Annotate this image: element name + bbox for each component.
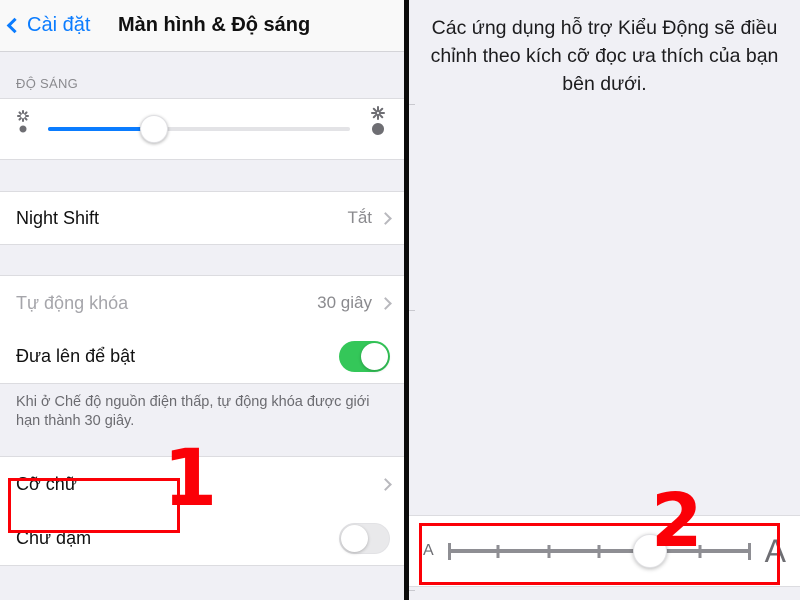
brightness-section-header-area: ĐỘ SÁNG [0, 52, 404, 98]
page-title: Màn hình & Độ sáng [118, 14, 311, 36]
night-shift-value-group: Tắt [347, 208, 392, 228]
bold-text-toggle-group [339, 522, 390, 554]
text-size-tick [447, 542, 451, 560]
auto-lock-value-group: 30 giây [317, 293, 392, 313]
brightness-slider-row[interactable] [0, 98, 404, 160]
brightness-slider[interactable] [48, 114, 350, 144]
raise-to-wake-toggle-group [339, 341, 390, 372]
max-size-label: A [764, 533, 786, 569]
text-size-tick [496, 544, 500, 558]
back-button-label: Cài đặt [27, 14, 91, 36]
text-size-slider-thumb[interactable] [632, 534, 667, 568]
text-size-accessory-group [372, 477, 392, 491]
night-shift-row[interactable]: Night Shift Tắt [0, 191, 404, 245]
text-size-row[interactable]: Cỡ chữ [0, 456, 404, 512]
text-size-slider-row[interactable]: A A [409, 515, 800, 587]
bold-text-row[interactable]: Chữ đậm [0, 511, 404, 566]
bold-text-toggle[interactable] [339, 522, 390, 554]
spacer-after-brightness [0, 160, 404, 191]
toggle-knob [341, 524, 368, 552]
brightness-section-header: ĐỘ SÁNG [16, 76, 79, 91]
text-size-label: Cỡ chữ [16, 473, 77, 494]
auto-lock-row[interactable]: Tự động khóa 30 giây [0, 275, 404, 331]
chevron-right-icon [379, 477, 392, 491]
navigation-bar: Cài đặt Màn hình & Độ sáng [0, 0, 404, 52]
raise-to-wake-label: Đưa lên để bật [16, 346, 136, 366]
dynamic-type-description: Các ứng dụng hỗ trợ Kiểu Động sẽ điều ch… [430, 17, 779, 95]
edge-hairline [409, 310, 415, 311]
brightness-slider-thumb[interactable] [139, 115, 168, 143]
night-shift-value: Tắt [347, 208, 372, 227]
auto-lock-label: Tự động khóa [16, 292, 129, 313]
text-size-tick [547, 544, 551, 558]
brightness-slider-fill [48, 127, 154, 131]
raise-to-wake-toggle[interactable] [339, 341, 390, 372]
raise-to-wake-row[interactable]: Đưa lên để bật [0, 330, 404, 384]
chevron-right-icon [379, 296, 392, 310]
text-size-tick [698, 544, 702, 558]
auto-lock-footnote: Khi ở Chế độ nguồn điện thấp, tự động kh… [16, 394, 370, 429]
toggle-knob [361, 343, 388, 370]
settings-display-brightness-panel: Cài đặt Màn hình & Độ sáng ĐỘ SÁNG Night… [0, 0, 404, 600]
edge-hairline [409, 590, 415, 591]
sun-large-icon [362, 106, 394, 145]
text-size-tick [597, 544, 601, 558]
text-size-tick [747, 542, 751, 560]
screenshot-root: Cài đặt Màn hình & Độ sáng ĐỘ SÁNG Night… [0, 0, 800, 600]
edge-hairline [409, 104, 415, 105]
spacer-after-night-shift [0, 245, 404, 275]
chevron-left-icon [6, 17, 23, 34]
bold-text-label: Chữ đậm [16, 527, 92, 548]
auto-lock-value: 30 giây [317, 293, 372, 312]
text-size-slider[interactable] [447, 531, 751, 571]
text-size-panel: Các ứng dụng hỗ trợ Kiểu Động sẽ điều ch… [409, 0, 800, 600]
chevron-right-icon [379, 211, 392, 225]
back-button[interactable]: Cài đặt [6, 14, 91, 37]
min-size-label: A [423, 542, 434, 559]
footnote-area: Khi ở Chế độ nguồn điện thấp, tự động kh… [0, 384, 404, 431]
sun-small-icon [10, 110, 36, 142]
night-shift-label: Night Shift [16, 207, 100, 228]
description-area: Các ứng dụng hỗ trợ Kiểu Động sẽ điều ch… [409, 0, 800, 98]
